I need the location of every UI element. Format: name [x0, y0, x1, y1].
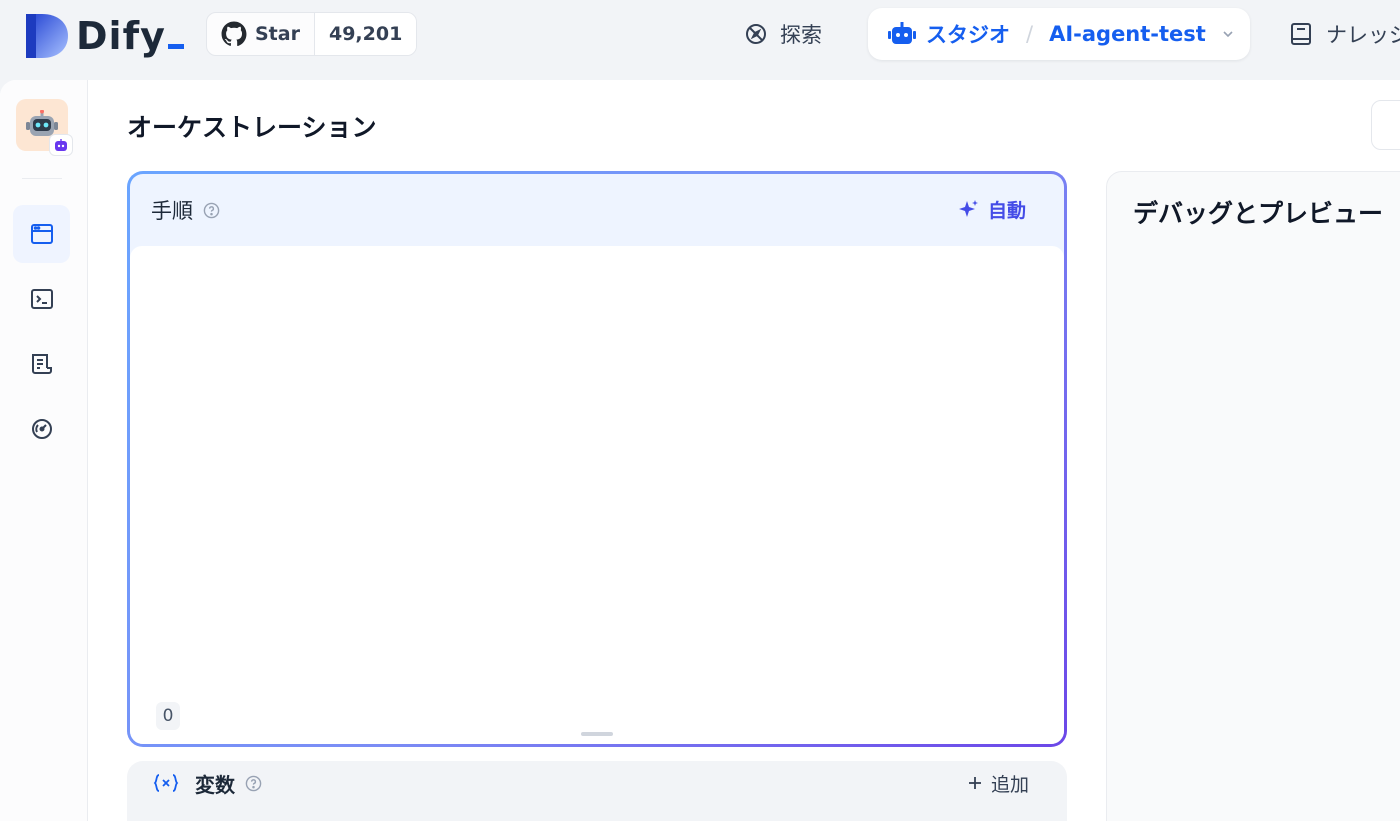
- instruction-header: 手順 自動: [130, 174, 1064, 246]
- auto-generate-label: 自動: [987, 200, 1026, 222]
- debug-preview-title: デバッグとプレビュー: [1133, 199, 1384, 228]
- sparkle-icon: [958, 199, 978, 217]
- terminal-icon: [30, 289, 53, 309]
- top-bar: Dify Star 49,201 探索 スタジオ / AI-agent-test…: [0, 0, 1400, 80]
- github-star-button[interactable]: Star 49,201: [206, 12, 418, 56]
- debug-preview-panel: デバッグとプレビュー: [1106, 171, 1400, 821]
- robot-icon: [888, 22, 916, 44]
- chevron-down-icon[interactable]: [1222, 28, 1234, 40]
- breadcrumb-separator: /: [1026, 22, 1034, 46]
- app-selector-name[interactable]: AI-agent-test: [1049, 22, 1206, 46]
- github-star-count: 49,201: [328, 23, 403, 45]
- instruction-card: 手順 自動 0: [127, 171, 1067, 747]
- sidebar-item-logs[interactable]: [13, 335, 70, 393]
- sidebar-item-api[interactable]: [13, 270, 70, 328]
- variable-icon: [153, 774, 179, 792]
- auto-generate-button[interactable]: 自動: [958, 196, 1026, 223]
- variables-header: 変数: [153, 769, 262, 797]
- nav-knowledge-label: ナレッジ: [1326, 23, 1400, 47]
- nav-knowledge[interactable]: ナレッジ: [1290, 16, 1400, 52]
- instruction-title: 手順: [151, 199, 193, 223]
- agent-badge: [49, 134, 73, 156]
- add-variable-label: 追加: [990, 773, 1029, 796]
- help-icon[interactable]: [245, 775, 262, 792]
- nav-studio[interactable]: スタジオ / AI-agent-test: [868, 8, 1250, 60]
- variables-card: 変数 追加: [127, 761, 1067, 821]
- nav-explore-label: 探索: [780, 23, 822, 47]
- agent-badge-icon: [55, 139, 67, 151]
- settings-button[interactable]: [1371, 100, 1400, 150]
- app-sidebar: [0, 80, 88, 821]
- char-count-badge: 0: [156, 702, 180, 730]
- resize-handle[interactable]: [581, 732, 613, 736]
- nav-explore[interactable]: 探索: [744, 16, 822, 52]
- page-title: オーケストレーション: [127, 113, 377, 142]
- logs-icon: [31, 354, 52, 374]
- book-icon: [1291, 23, 1311, 45]
- brand-name: Dify: [76, 14, 184, 58]
- dify-logo-mark-icon: [26, 14, 68, 58]
- monitoring-icon: [31, 419, 52, 439]
- sidebar-divider: [22, 178, 62, 179]
- orchestrate-icon: [30, 224, 53, 244]
- variables-title: 変数: [195, 772, 235, 797]
- instruction-editor[interactable]: 0: [130, 246, 1064, 744]
- dify-logo[interactable]: Dify: [26, 12, 184, 60]
- plus-icon: [968, 777, 981, 789]
- github-star-label: Star: [255, 23, 300, 45]
- sidebar-item-orchestrate[interactable]: [13, 205, 70, 263]
- help-icon[interactable]: [203, 202, 220, 219]
- compass-icon: [746, 24, 766, 44]
- sidebar-item-monitoring[interactable]: [13, 400, 70, 458]
- nav-studio-label: スタジオ: [926, 23, 1010, 47]
- add-variable-button[interactable]: 追加: [967, 769, 1029, 797]
- github-icon: [221, 21, 247, 47]
- main-panel: オーケストレーション 手順 自動 0 変数 追加 デバッグとプレビュー: [0, 80, 1400, 821]
